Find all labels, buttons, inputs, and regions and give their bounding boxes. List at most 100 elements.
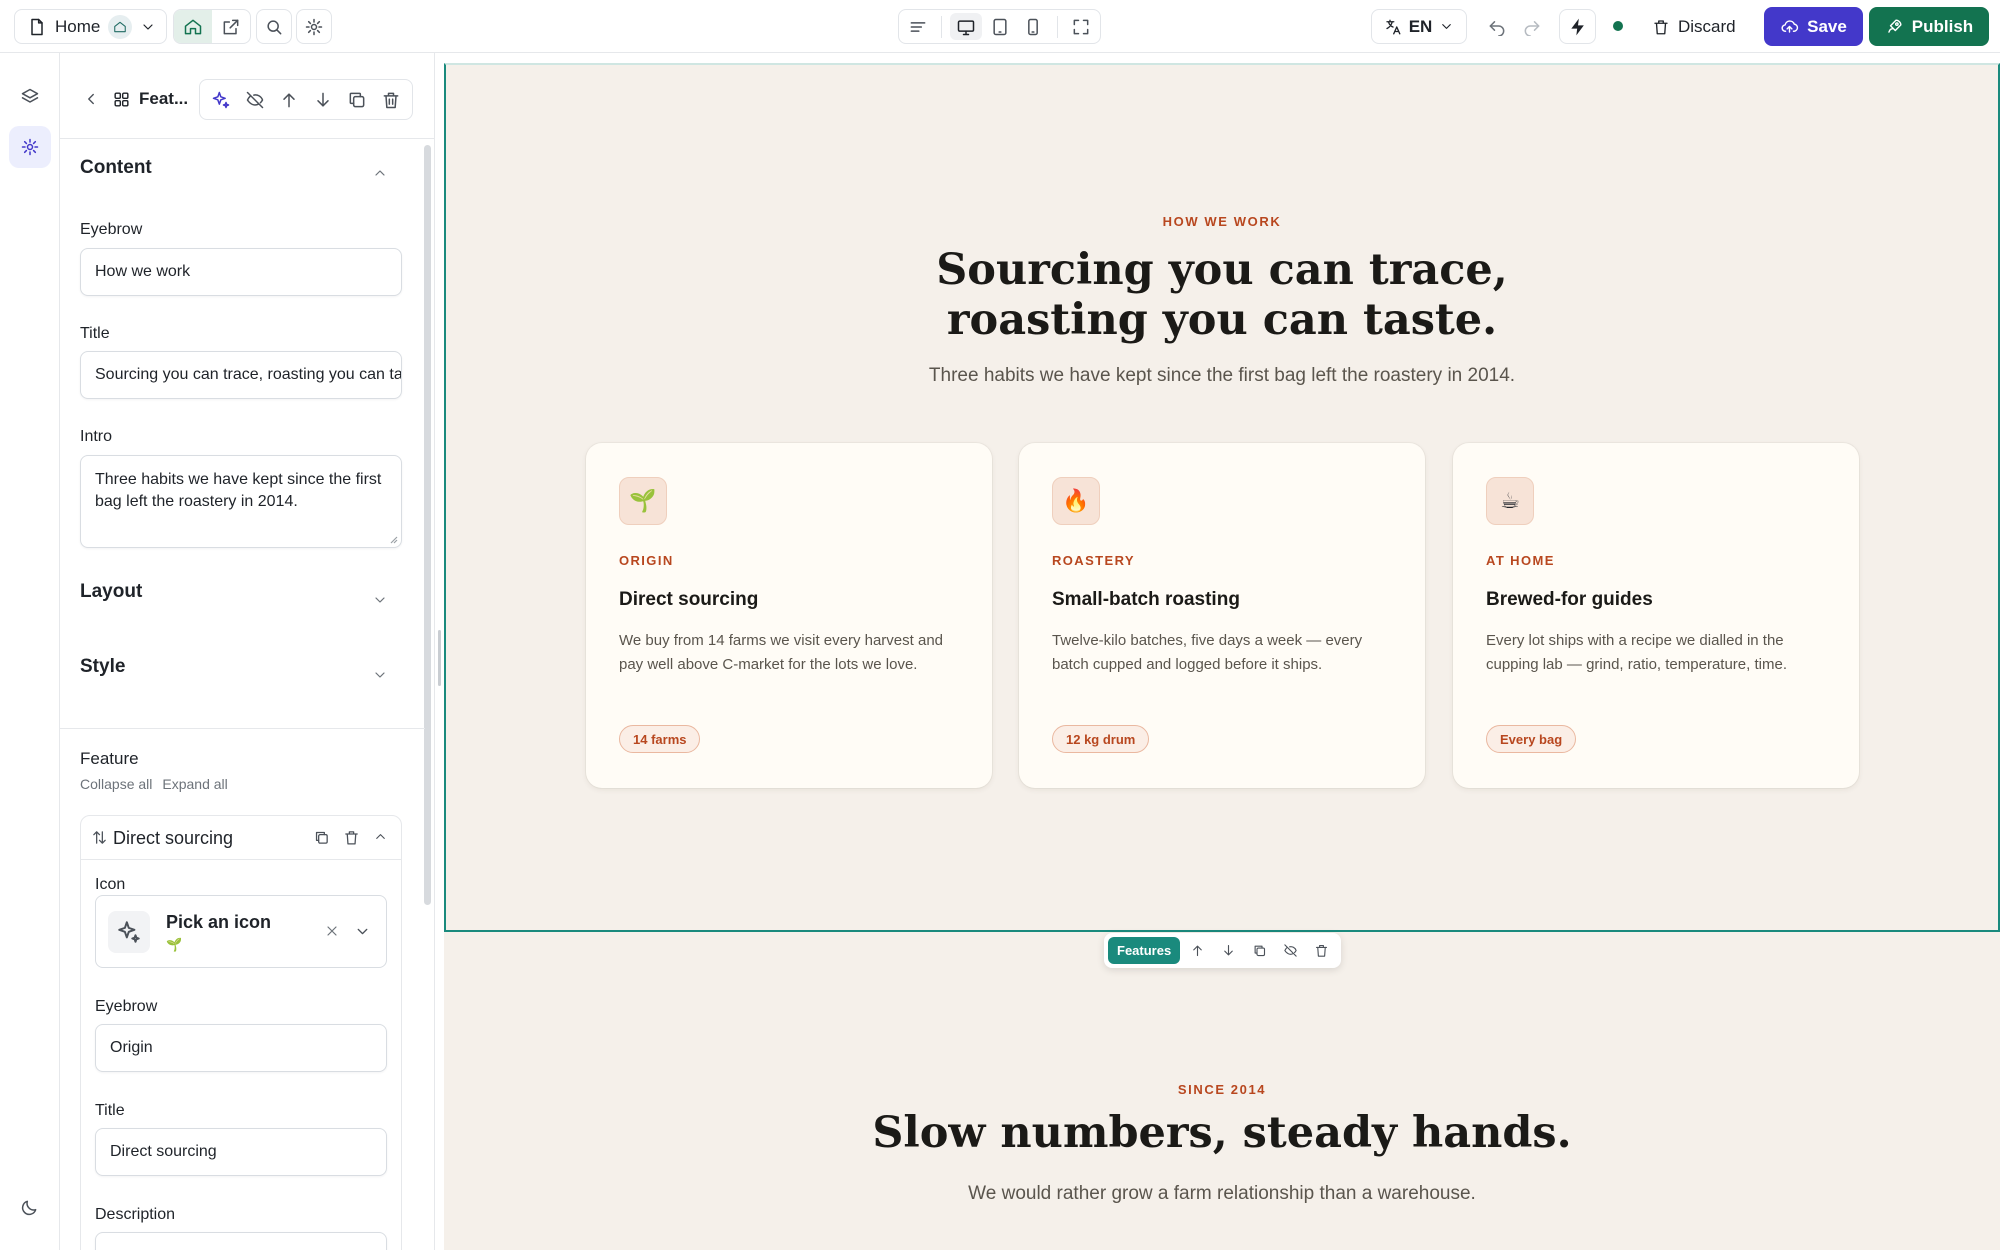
item-description-textarea[interactable] (95, 1232, 387, 1250)
expand-all-link[interactable]: Expand all (162, 776, 227, 792)
layout-section-header[interactable]: Layout (80, 581, 142, 603)
feature-card[interactable]: 🌱 ORIGIN Direct sourcing We buy from 14 … (586, 443, 992, 788)
copy-icon (1254, 945, 1266, 957)
item-eyebrow-input[interactable]: Origin (95, 1024, 387, 1072)
stats-title[interactable]: Slow numbers, steady hands. (444, 1107, 2000, 1159)
toolbar-divider (941, 15, 943, 38)
settings-panel-button[interactable] (9, 126, 51, 168)
feature-card-title: Small-batch roasting (1052, 589, 1240, 610)
language-selector[interactable]: EN (1371, 9, 1467, 44)
move-down-button[interactable] (313, 90, 333, 110)
fullscreen-button[interactable] (1066, 13, 1097, 40)
title-input[interactable]: Sourcing you can trace, roasting you can… (80, 351, 402, 399)
intro-textarea[interactable]: Three habits we have kept since the firs… (80, 455, 402, 548)
coffee-cup-icon: ☕ (1486, 477, 1534, 525)
tablet-preview-button[interactable] (984, 13, 1015, 40)
publish-button[interactable]: Publish (1869, 7, 1989, 46)
layers-icon (21, 88, 39, 103)
fire-icon: 🔥 (1052, 477, 1100, 525)
mobile-preview-button[interactable] (1017, 13, 1048, 40)
connection-status-dot (1613, 21, 1623, 31)
icon-picker-value: 🌱 (166, 937, 183, 952)
stats-eyebrow[interactable]: SINCE 2014 (444, 1082, 2000, 1097)
desktop-icon (957, 19, 975, 35)
feature-card-description: We buy from 14 farms we visit every harv… (619, 632, 944, 673)
section-duplicate-button[interactable] (1246, 937, 1273, 964)
copy-icon (315, 831, 328, 844)
features-title-line-1: Sourcing you can trace, (936, 245, 1508, 295)
icon-picker-dropdown[interactable] (354, 923, 371, 940)
chevron-up-icon[interactable] (372, 165, 388, 181)
open-external-button[interactable] (212, 10, 250, 43)
features-title-line-2: roasting you can taste. (946, 295, 1498, 345)
chevron-left-icon (88, 93, 94, 105)
chevron-down-icon[interactable] (372, 592, 388, 608)
panel-resize-handle[interactable] (438, 630, 441, 686)
item-title-input[interactable]: Direct sourcing (95, 1128, 387, 1176)
undo-icon (1489, 21, 1505, 36)
layers-button[interactable] (9, 76, 51, 118)
external-link-icon (223, 19, 239, 34)
text-align-left-icon (910, 21, 926, 32)
stats-intro[interactable]: We would rather grow a farm relationship… (444, 1183, 2000, 1205)
feature-card[interactable]: 🔥 ROASTERY Small-batch roasting Twelve-k… (1019, 443, 1425, 788)
features-intro[interactable]: Three habits we have kept since the firs… (444, 365, 2000, 387)
ai-assist-button[interactable] (211, 90, 231, 110)
duplicate-item-button[interactable] (313, 829, 330, 846)
language-code: EN (1408, 16, 1433, 36)
block-type-icon (112, 90, 131, 109)
gear-icon (305, 18, 323, 35)
features-eyebrow[interactable]: HOW WE WORK (444, 214, 2000, 229)
left-rail (0, 53, 60, 1250)
section-move-down-button[interactable] (1215, 937, 1242, 964)
duplicate-button[interactable] (347, 90, 367, 110)
trash-icon (1316, 944, 1328, 957)
section-type-chip[interactable]: Features (1108, 937, 1181, 964)
sparkle-icon (212, 91, 230, 108)
clear-icon-button[interactable] (324, 923, 340, 939)
chevron-down-icon[interactable] (372, 667, 388, 683)
desktop-preview-button[interactable] (950, 13, 982, 40)
delete-item-button[interactable] (343, 829, 360, 846)
search-icon (267, 19, 282, 34)
save-button[interactable]: Save (1764, 7, 1863, 46)
move-up-button[interactable] (279, 90, 299, 110)
back-button[interactable] (82, 90, 100, 108)
quick-actions-button[interactable] (1559, 9, 1596, 44)
feature-card-description: Twelve-kilo batches, five days a week — … (1052, 632, 1363, 673)
breadcrumb-label: Feat... (139, 89, 189, 108)
item-eyebrow-label: Eyebrow (95, 998, 158, 1015)
feature-card[interactable]: ☕ AT HOME Brewed-for guides Every lot sh… (1453, 443, 1859, 788)
reorder-icon[interactable] (91, 829, 108, 846)
features-title[interactable]: Sourcing you can trace, roasting you can… (444, 245, 2000, 345)
panel-scrollbar[interactable] (424, 145, 431, 905)
search-button[interactable] (256, 9, 292, 44)
feature-card-title: Direct sourcing (619, 589, 759, 610)
settings-button[interactable] (296, 9, 332, 44)
trash-icon (383, 92, 399, 108)
feature-item-header[interactable]: Direct sourcing (81, 816, 401, 860)
collapse-item-button[interactable] (373, 829, 388, 844)
style-section-header[interactable]: Style (80, 656, 125, 678)
feature-card-eyebrow: AT HOME (1486, 553, 1555, 568)
delete-block-button[interactable] (381, 90, 401, 110)
outline-toggle-button[interactable] (902, 13, 933, 40)
redo-button[interactable] (1522, 16, 1542, 36)
content-section-header[interactable]: Content (80, 157, 152, 179)
collapse-all-link[interactable]: Collapse all (80, 776, 152, 792)
section-delete-button[interactable] (1308, 937, 1335, 964)
home-view-button[interactable] (174, 10, 212, 43)
home-page-badge-icon (108, 14, 133, 39)
dark-mode-toggle[interactable] (19, 1198, 39, 1218)
section-move-up-button[interactable] (1184, 937, 1211, 964)
eyebrow-input[interactable]: How we work (80, 248, 402, 296)
page-selector[interactable]: Home (14, 9, 167, 44)
hide-block-button[interactable] (245, 90, 265, 110)
section-hide-button[interactable] (1277, 937, 1304, 964)
resize-grip-icon[interactable] (388, 534, 398, 544)
icon-picker[interactable]: Pick an icon 🌱 (95, 895, 387, 968)
undo-button[interactable] (1487, 16, 1507, 36)
feature-card-description: Every lot ships with a recipe we dialled… (1486, 632, 1787, 673)
discard-button[interactable]: Discard (1652, 9, 1736, 44)
icon-field-label: Icon (95, 876, 126, 893)
